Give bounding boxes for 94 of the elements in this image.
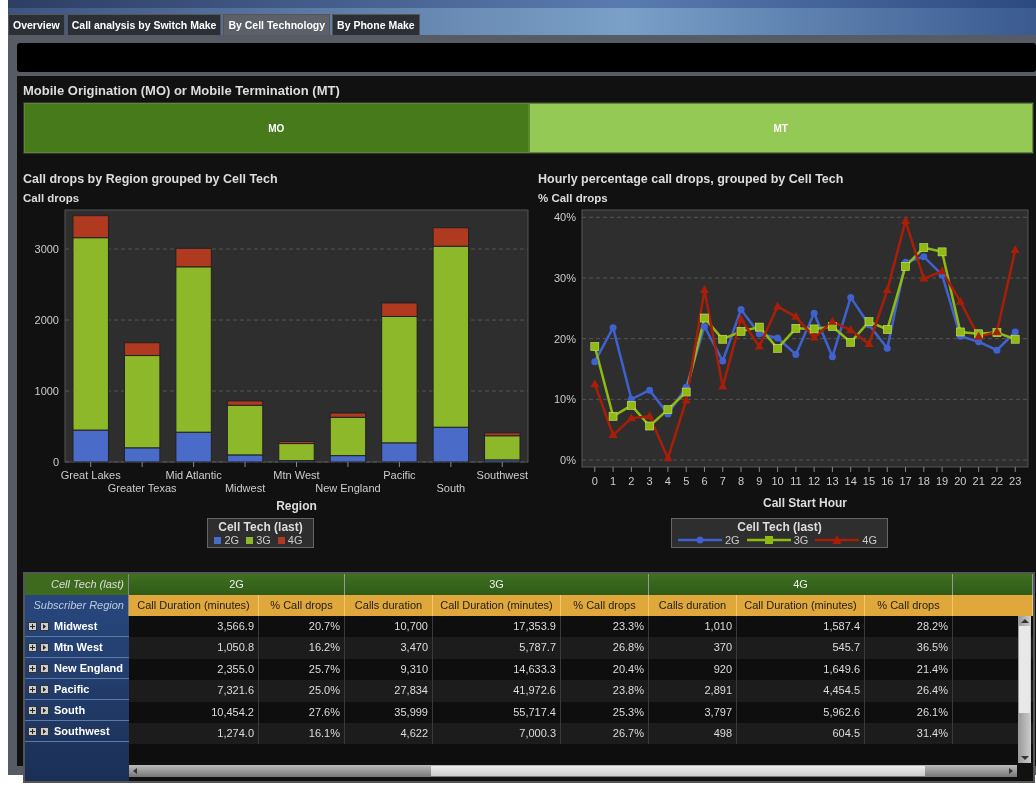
category-label: Mid Atlantic — [165, 469, 222, 481]
tick-label: 10 — [771, 475, 784, 487]
column-group-header: 4G — [649, 574, 953, 595]
axis-title: Call drops — [23, 192, 81, 204]
tick-label: 3 — [646, 475, 653, 487]
table-cell: 25.3% — [561, 701, 649, 723]
column-header: % Call drops — [561, 595, 649, 616]
column-header: Call Duration (minutes) — [737, 595, 865, 616]
filter-title: Mobile Origination (MO) or Mobile Termination (MT) — [23, 83, 341, 98]
table-cell: 26.1% — [865, 701, 953, 723]
table-cell: 35,999 — [345, 701, 433, 723]
axis-title: % Call drops — [538, 192, 609, 204]
tick-label: 2000 — [34, 314, 59, 327]
table-cell: 2,891 — [649, 680, 737, 702]
tick-label: 2 — [628, 475, 635, 487]
table-cell: 27,834 — [345, 680, 433, 702]
column-group-header: 3G — [345, 574, 649, 595]
tick-label: 16 — [881, 475, 894, 487]
header-cell: Subscriber Region — [25, 595, 129, 616]
category-label: Mtn West — [273, 469, 320, 481]
tick-label: 21 — [972, 475, 985, 487]
legend-title: Cell Tech (last) — [218, 520, 303, 534]
table-cell: 370 — [649, 637, 737, 659]
category-label: Southwest — [476, 469, 528, 481]
legend-label: 3G — [793, 534, 809, 546]
table-cell: 10,454.2 — [129, 701, 259, 723]
tick-label: 20% — [553, 332, 576, 345]
legend-label: 4G — [862, 534, 878, 546]
tick-label: 20 — [954, 475, 967, 487]
table-cell: 26.8% — [561, 637, 649, 659]
table-cell: 55,717.4 — [433, 701, 561, 723]
table-cell: 3,797 — [649, 701, 737, 723]
table-cell: 23.8% — [561, 680, 649, 702]
tick-label: 12 — [808, 475, 821, 487]
tick-label: 8 — [737, 475, 745, 487]
column-header: % Call drops — [259, 595, 345, 616]
table-cell: 1,050.8 — [129, 637, 259, 659]
column-group-header: 2G — [129, 574, 345, 595]
column-header: Calls duration — [345, 595, 433, 616]
tick-label: 0 — [52, 456, 59, 468]
table-cell: 26.4% — [865, 680, 953, 702]
axis-title: Call Start Hour — [763, 496, 847, 510]
tick-label: 40% — [553, 211, 576, 224]
tick-label: 19 — [935, 475, 949, 487]
table-cell: 545.7 — [737, 637, 865, 659]
chart-title: Hourly percentage call drops, grouped by Cell Tech — [538, 172, 845, 186]
category-label: Great Lakes — [60, 469, 121, 481]
table-cell: 25.0% — [259, 680, 345, 702]
legend-label: 3G — [256, 534, 271, 546]
category-label: Greater Texas — [107, 482, 177, 494]
category-label: Midwest — [224, 482, 266, 494]
chart-title: Call drops by Region grouped by Cell Tech — [23, 172, 279, 186]
legend-label: 2G — [724, 534, 740, 546]
tick-label: 17 — [899, 475, 912, 487]
tick-label: 18 — [917, 475, 930, 487]
tick-label: 10% — [553, 393, 576, 406]
category-label: Pacific — [383, 469, 416, 481]
tick-label: 0 — [591, 475, 598, 487]
legend-label: 4G — [287, 534, 303, 546]
tick-label: 11 — [790, 475, 802, 487]
table-cell: 5,787.7 — [433, 637, 561, 659]
tick-label: 14 — [844, 475, 857, 487]
tick-label: 15 — [862, 475, 876, 487]
axis-title: Region — [276, 499, 317, 513]
category-label: New England — [315, 482, 381, 494]
tick-label: 0% — [560, 454, 576, 466]
tick-label: 1 — [610, 475, 617, 487]
table-cell: 27.6% — [259, 701, 345, 723]
tick-label: 3000 — [34, 243, 59, 256]
table-cell: 16.2% — [259, 637, 345, 659]
table-cell: 36.5% — [865, 637, 953, 659]
tick-label: 1000 — [34, 385, 59, 397]
table-cell: 41,972.6 — [433, 680, 561, 702]
tick-label: 4 — [664, 475, 671, 487]
tick-label: 6 — [701, 475, 708, 487]
table-cell: 3,470 — [345, 637, 433, 659]
tick-label: 5 — [683, 475, 690, 487]
column-header: Call Duration (minutes) — [129, 595, 259, 616]
tick-label: 22 — [990, 475, 1004, 487]
tick-label: 13 — [826, 475, 839, 487]
legend-title: Cell Tech (last) — [737, 520, 822, 534]
column-header: Call Duration (minutes) — [433, 595, 561, 616]
table-cell: 7,321.6 — [129, 680, 259, 702]
column-header: % Call drops — [865, 595, 953, 616]
table-cell: 4,454.5 — [737, 680, 865, 702]
header-cell: Cell Tech (last) — [25, 574, 129, 595]
tick-label: 9 — [756, 475, 763, 487]
legend-label: 2G — [224, 534, 240, 546]
tick-label: 23 — [1009, 475, 1022, 487]
category-label: South — [436, 482, 466, 494]
tick-label: 7 — [719, 475, 726, 487]
column-header: Calls duration — [649, 595, 737, 616]
table-cell: 5,962.6 — [737, 701, 865, 723]
tick-label: 30% — [553, 271, 576, 284]
